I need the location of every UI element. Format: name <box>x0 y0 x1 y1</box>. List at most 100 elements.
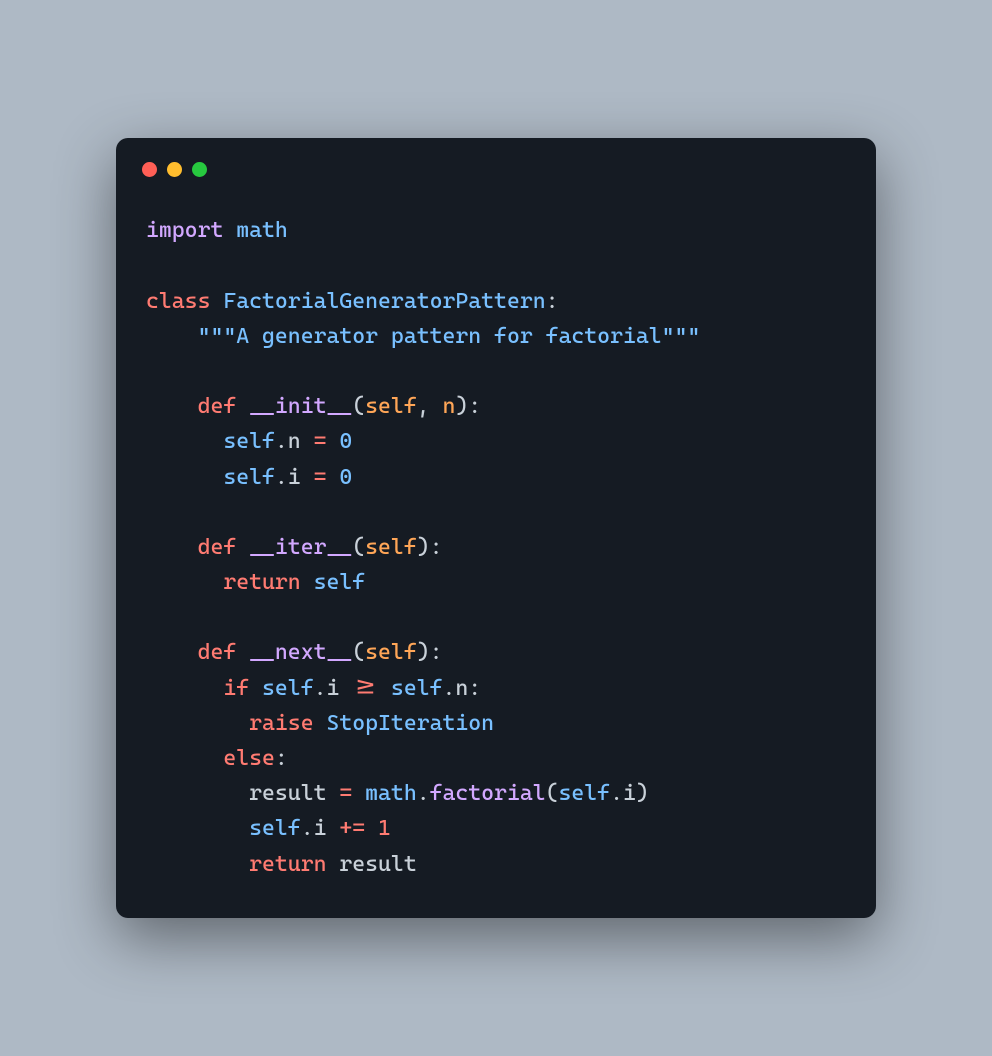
code-line <box>146 495 846 530</box>
code-token: . <box>610 781 623 806</box>
code-token <box>146 676 223 701</box>
code-line: self.i = 0 <box>146 460 846 495</box>
code-window: import math class FactorialGeneratorPatt… <box>116 138 876 918</box>
code-token <box>326 465 339 490</box>
code-line: def __iter__(self): <box>146 530 846 565</box>
code-token <box>146 570 223 595</box>
code-token: . <box>275 429 288 454</box>
code-line: return result <box>146 847 846 882</box>
code-token <box>146 816 249 841</box>
code-token <box>146 781 249 806</box>
code-token: n <box>442 394 455 419</box>
code-token: ( <box>352 394 365 419</box>
code-token: >= <box>352 676 378 701</box>
code-token: self <box>365 535 417 560</box>
code-token: i <box>288 465 301 490</box>
code-token: , <box>417 394 443 419</box>
code-token: = <box>339 781 352 806</box>
code-token: self <box>365 640 417 665</box>
code-token <box>314 711 327 736</box>
code-block: import math class FactorialGeneratorPatt… <box>146 213 846 882</box>
code-token: : <box>468 676 481 701</box>
code-token: self <box>559 781 611 806</box>
code-line: class FactorialGeneratorPattern: <box>146 284 846 319</box>
code-token: self <box>223 429 275 454</box>
code-token <box>223 218 236 243</box>
code-token <box>378 676 391 701</box>
code-token <box>146 746 223 771</box>
code-token: self <box>262 676 314 701</box>
code-token <box>326 429 339 454</box>
code-token: . <box>417 781 430 806</box>
code-token <box>326 781 339 806</box>
code-token: . <box>314 676 327 701</box>
code-token: self <box>249 816 301 841</box>
code-token <box>339 676 352 701</box>
code-token: result <box>339 852 416 877</box>
code-token: class <box>146 289 210 314</box>
code-token: 0 <box>339 429 352 454</box>
code-token: ( <box>352 535 365 560</box>
minimize-icon[interactable] <box>167 162 182 177</box>
code-token <box>146 465 223 490</box>
code-token: math <box>236 218 288 243</box>
code-token <box>301 570 314 595</box>
code-token: ): <box>455 394 481 419</box>
code-token: . <box>301 816 314 841</box>
code-token: math <box>365 781 417 806</box>
code-token: . <box>442 676 455 701</box>
zoom-icon[interactable] <box>192 162 207 177</box>
code-line <box>146 354 846 389</box>
code-token: return <box>249 852 326 877</box>
code-token <box>326 816 339 841</box>
code-token: raise <box>249 711 313 736</box>
close-icon[interactable] <box>142 162 157 177</box>
code-line: else: <box>146 741 846 776</box>
code-token <box>326 852 339 877</box>
code-token: : <box>275 746 288 771</box>
code-token: ( <box>352 640 365 665</box>
code-token: i <box>623 781 636 806</box>
code-token: 0 <box>339 465 352 490</box>
code-line: self.n = 0 <box>146 424 846 459</box>
code-token <box>301 465 314 490</box>
code-token <box>146 535 198 560</box>
code-token: i <box>326 676 339 701</box>
code-line: result = math.factorial(self.i) <box>146 776 846 811</box>
code-line: def __next__(self): <box>146 635 846 670</box>
code-token <box>146 429 223 454</box>
code-line <box>146 248 846 283</box>
code-token: self <box>391 676 443 701</box>
code-line: import math <box>146 213 846 248</box>
code-token <box>301 429 314 454</box>
code-token <box>146 711 249 736</box>
code-line <box>146 600 846 635</box>
code-token: ): <box>417 640 443 665</box>
code-token <box>146 324 198 349</box>
code-token: else <box>223 746 275 771</box>
code-line: def __init__(self, n): <box>146 389 846 424</box>
code-token <box>236 394 249 419</box>
code-token <box>146 394 198 419</box>
code-line: self.i += 1 <box>146 811 846 846</box>
code-token: n <box>455 676 468 701</box>
code-token <box>249 676 262 701</box>
code-token <box>236 640 249 665</box>
code-token <box>146 852 249 877</box>
code-token: def <box>198 535 237 560</box>
code-token: def <box>198 640 237 665</box>
code-token: 1 <box>378 816 391 841</box>
code-line: raise StopIteration <box>146 706 846 741</box>
code-token: FactorialGeneratorPattern <box>223 289 545 314</box>
code-token: if <box>223 676 249 701</box>
code-token: self <box>223 465 275 490</box>
code-token: n <box>288 429 301 454</box>
code-line: return self <box>146 565 846 600</box>
window-titlebar <box>142 162 846 177</box>
code-token: = <box>314 465 327 490</box>
code-token: __iter__ <box>249 535 352 560</box>
code-token <box>365 816 378 841</box>
code-token: : <box>546 289 559 314</box>
code-token: return <box>223 570 300 595</box>
code-token: result <box>249 781 326 806</box>
